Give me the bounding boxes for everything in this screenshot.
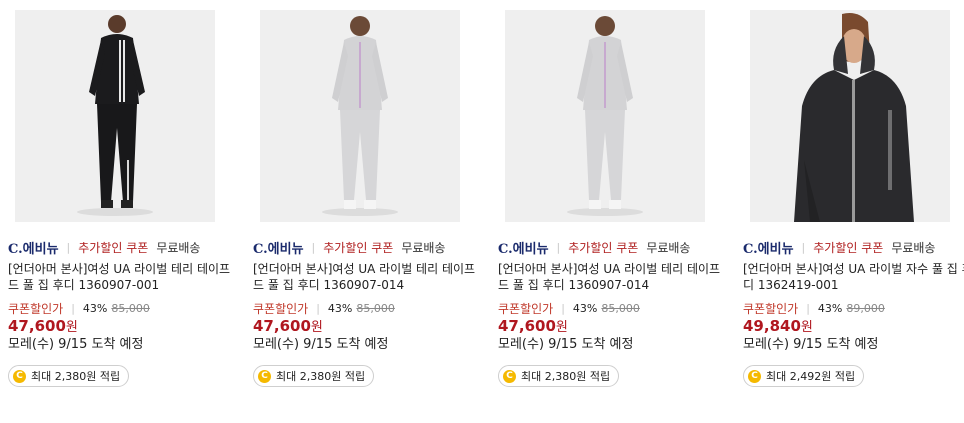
price-info-row: 쿠폰할인가 | 43% 89,000 — [743, 300, 885, 317]
product-card[interactable]: C.에비뉴 | 추가할인 쿠폰 무료배송 [언더아머 본사]여성 UA 라이벌 … — [8, 0, 238, 423]
coupon-price-label: 쿠폰할인가 — [498, 302, 554, 316]
original-price: 85,000 — [111, 302, 150, 315]
discount-rate: 43% — [817, 302, 843, 315]
divider: | — [66, 240, 71, 254]
coupon-price-label: 쿠폰할인가 — [8, 302, 64, 316]
product-image[interactable] — [15, 10, 215, 222]
product-card[interactable]: C.에비뉴 | 추가할인 쿠폰 무료배송 [언더아머 본사]여성 UA 라이벌 … — [498, 0, 728, 423]
product-image[interactable] — [505, 10, 705, 222]
brand-row: C.에비뉴 | 추가할인 쿠폰 무료배송 — [743, 238, 936, 257]
extra-coupon-badge: 추가할인 쿠폰 — [568, 240, 639, 255]
free-shipping-badge: 무료배송 — [401, 240, 446, 255]
price-info-row: 쿠폰할인가 | 43% 85,000 — [498, 300, 640, 317]
original-price: 89,000 — [846, 302, 885, 315]
model-grey-tracksuit-image — [260, 10, 460, 222]
reward-points-badge: C 최대 2,380원 적립 — [253, 365, 375, 387]
discount-rate: 43% — [82, 302, 108, 315]
product-grid: C.에비뉴 | 추가할인 쿠폰 무료배송 [언더아머 본사]여성 UA 라이벌 … — [0, 0, 964, 423]
product-title[interactable]: [언더아머 본사]여성 UA 라이벌 테리 테이프드 풀 집 후디 136090… — [253, 261, 485, 293]
brand-row: C.에비뉴 | 추가할인 쿠폰 무료배송 — [498, 238, 691, 257]
divider: | — [801, 240, 806, 254]
free-shipping-badge: 무료배송 — [646, 240, 691, 255]
reward-text: 최대 2,380원 적립 — [31, 370, 121, 383]
extra-coupon-badge: 추가할인 쿠폰 — [78, 240, 149, 255]
divider: | — [806, 302, 810, 315]
coupon-price-label: 쿠폰할인가 — [743, 302, 799, 316]
original-price: 85,000 — [601, 302, 640, 315]
store-brand-logo[interactable]: C.에비뉴 — [253, 238, 304, 257]
free-shipping-badge: 무료배송 — [891, 240, 936, 255]
coin-icon: C — [258, 369, 271, 383]
model-black-tracksuit-image — [15, 10, 215, 222]
coin-icon: C — [748, 369, 761, 383]
discount-rate: 43% — [327, 302, 353, 315]
reward-text: 최대 2,492원 적립 — [766, 370, 856, 383]
divider: | — [71, 302, 75, 315]
extra-coupon-badge: 추가할인 쿠폰 — [813, 240, 884, 255]
coin-icon: C — [13, 369, 26, 383]
brand-row: C.에비뉴 | 추가할인 쿠폰 무료배송 — [253, 238, 446, 257]
reward-points-badge: C 최대 2,492원 적립 — [743, 365, 865, 387]
product-card[interactable]: C.에비뉴 | 추가할인 쿠폰 무료배송 [언더아머 본사]여성 UA 라이벌 … — [253, 0, 483, 423]
price-info-row: 쿠폰할인가 | 43% 85,000 — [8, 300, 150, 317]
product-image[interactable] — [260, 10, 460, 222]
store-brand-logo[interactable]: C.에비뉴 — [8, 238, 59, 257]
delivery-estimate: 모레(수) 9/15 도착 예정 — [498, 337, 634, 352]
coupon-price-label: 쿠폰할인가 — [253, 302, 309, 316]
model-black-hoodie-closeup-image — [750, 10, 950, 222]
reward-points-badge: C 최대 2,380원 적립 — [8, 365, 130, 387]
brand-row: C.에비뉴 | 추가할인 쿠폰 무료배송 — [8, 238, 201, 257]
divider: | — [561, 302, 565, 315]
divider: | — [556, 240, 561, 254]
delivery-estimate: 모레(수) 9/15 도착 예정 — [253, 337, 389, 352]
original-price: 85,000 — [356, 302, 395, 315]
delivery-estimate: 모레(수) 9/15 도착 예정 — [8, 337, 144, 352]
product-title[interactable]: [언더아머 본사]여성 UA 라이벌 테리 테이프드 풀 집 후디 136090… — [8, 261, 240, 293]
store-brand-logo[interactable]: C.에비뉴 — [498, 238, 549, 257]
delivery-estimate: 모레(수) 9/15 도착 예정 — [743, 337, 879, 352]
extra-coupon-badge: 추가할인 쿠폰 — [323, 240, 394, 255]
divider: | — [311, 240, 316, 254]
product-title[interactable]: [언더아머 본사]여성 UA 라이벌 테리 테이프드 풀 집 후디 136090… — [498, 261, 730, 293]
reward-points-badge: C 최대 2,380원 적립 — [498, 365, 620, 387]
price-info-row: 쿠폰할인가 | 43% 85,000 — [253, 300, 395, 317]
reward-text: 최대 2,380원 적립 — [521, 370, 611, 383]
product-image[interactable] — [750, 10, 950, 222]
discount-rate: 43% — [572, 302, 598, 315]
free-shipping-badge: 무료배송 — [156, 240, 201, 255]
reward-text: 최대 2,380원 적립 — [276, 370, 366, 383]
store-brand-logo[interactable]: C.에비뉴 — [743, 238, 794, 257]
model-grey-tracksuit-image — [505, 10, 705, 222]
product-card[interactable]: C.에비뉴 | 추가할인 쿠폰 무료배송 [언더아머 본사]여성 UA 라이벌 … — [743, 0, 964, 423]
coin-icon: C — [503, 369, 516, 383]
product-title[interactable]: [언더아머 본사]여성 UA 라이벌 자수 풀 집 후디 1362419-001 — [743, 261, 964, 293]
divider: | — [316, 302, 320, 315]
